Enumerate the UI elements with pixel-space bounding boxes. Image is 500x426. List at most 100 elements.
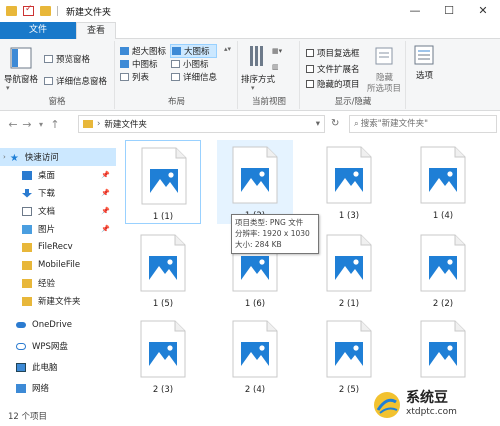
folder-icon xyxy=(22,278,32,288)
preview-pane-icon xyxy=(44,55,53,63)
image-file-icon xyxy=(141,147,187,205)
nav-pane-icon[interactable] xyxy=(10,47,32,72)
desktop-icon xyxy=(22,170,32,180)
pin-icon: 📌 xyxy=(101,207,110,215)
pin-icon: 📌 xyxy=(101,189,110,197)
file-item[interactable]: 2 (4) xyxy=(217,314,293,398)
nav-wps[interactable]: WPS网盘 xyxy=(0,337,116,355)
file-item[interactable]: 1 (3) xyxy=(311,140,387,224)
minimize-button[interactable]: — xyxy=(398,0,432,22)
list-icon xyxy=(120,73,129,81)
sort-icon[interactable] xyxy=(248,45,268,70)
refresh-icon[interactable]: ↻ xyxy=(331,118,339,129)
nav-item-jingyan[interactable]: 经验 xyxy=(0,274,116,292)
back-arrow-icon[interactable]: ← xyxy=(6,118,20,131)
medium-icons-icon xyxy=(120,60,129,68)
nav-item-mobilefile[interactable]: MobileFile xyxy=(0,256,116,274)
layout-scroll-icon[interactable]: ▴▾ xyxy=(224,45,231,53)
computer-icon xyxy=(16,362,26,372)
watermark: 系统豆 xtdptc.com xyxy=(372,383,500,426)
layout-list[interactable]: 列表 xyxy=(120,71,149,83)
breadcrumb-chevron-icon[interactable]: › xyxy=(97,119,100,129)
sort-button[interactable]: 排序方式 xyxy=(241,73,275,85)
properties-icon[interactable] xyxy=(23,4,34,16)
panes-group-label: 窗格 xyxy=(48,97,66,107)
tooltip-size: 大小: 284 KB xyxy=(235,240,282,249)
options-icon[interactable] xyxy=(414,45,434,68)
network-icon xyxy=(16,383,26,393)
hide-selected-icon[interactable] xyxy=(375,47,393,68)
layout-large[interactable]: 大图标 xyxy=(170,44,217,58)
nav-pane-dropdown-icon[interactable]: ▾ xyxy=(6,84,10,92)
new-folder-icon[interactable] xyxy=(40,6,51,16)
tab-view[interactable]: 查看 xyxy=(76,22,117,39)
watermark-url: xtdptc.com xyxy=(406,406,457,417)
nav-this-pc[interactable]: 此电脑 xyxy=(0,358,116,376)
address-bar[interactable]: › 新建文件夹 ▾ xyxy=(78,115,325,133)
watermark-title: 系统豆 xyxy=(406,389,448,406)
details-pane-button[interactable]: 详细信息窗格 xyxy=(44,75,107,87)
cloud-icon xyxy=(16,322,26,328)
image-file-icon xyxy=(420,234,466,292)
recent-dropdown-icon[interactable]: ▾ xyxy=(34,120,48,129)
file-item[interactable]: 2 (2) xyxy=(405,228,481,312)
group-by-icon[interactable]: ▦▾ xyxy=(272,47,282,55)
file-item[interactable]: 1 (5) xyxy=(125,228,201,312)
options-button[interactable]: 选项 xyxy=(416,69,433,81)
nav-item-downloads[interactable]: 下载 📌 xyxy=(0,184,116,202)
nav-network[interactable]: 网络 xyxy=(0,379,116,397)
file-item[interactable]: 2 (3) xyxy=(125,314,201,398)
image-file-icon xyxy=(326,146,372,204)
star-icon: ★ xyxy=(9,152,19,164)
hidden-items-checkbox[interactable] xyxy=(306,80,314,88)
file-name: 1 (4) xyxy=(432,211,454,221)
hidden-items-toggle[interactable]: 隐藏的项目 xyxy=(306,78,360,90)
preview-pane-button[interactable]: 预览窗格 xyxy=(44,53,90,65)
image-file-icon xyxy=(232,320,278,378)
small-icons-icon xyxy=(171,60,180,68)
file-tooltip: 项目类型: PNG 文件 分辨率: 1920 x 1030 大小: 284 KB xyxy=(231,214,319,254)
file-item[interactable]: 1 (4) xyxy=(405,140,481,224)
folder-icon xyxy=(22,296,32,306)
file-extensions-checkbox[interactable] xyxy=(306,65,314,73)
nav-quick-access[interactable]: › ★ 快速访问 xyxy=(0,148,116,166)
nav-item-desktop[interactable]: 桌面 📌 xyxy=(0,166,116,184)
nav-item-documents[interactable]: 文档 📌 xyxy=(0,202,116,220)
image-file-icon xyxy=(140,234,186,292)
layout-small[interactable]: 小图标 xyxy=(171,58,209,70)
file-extensions-toggle[interactable]: 文件扩展名 xyxy=(306,63,360,75)
nav-item-new-folder[interactable]: 新建文件夹 xyxy=(0,292,116,310)
close-button[interactable]: ✕ xyxy=(466,0,500,22)
file-item[interactable]: 2 (1) xyxy=(311,228,387,312)
file-item[interactable]: 1 (1) xyxy=(125,140,201,224)
layout-extra-large[interactable]: 超大图标 xyxy=(120,45,166,57)
up-arrow-icon[interactable]: ↑ xyxy=(48,118,62,131)
add-columns-icon[interactable]: ▥ xyxy=(272,63,279,71)
download-icon xyxy=(22,188,32,198)
layout-details[interactable]: 详细信息 xyxy=(171,71,217,83)
file-item[interactable]: 1 (2) xyxy=(217,140,293,224)
watermark-logo xyxy=(374,391,400,418)
maximize-button[interactable]: ☐ xyxy=(432,0,466,22)
expand-chevron-icon[interactable]: › xyxy=(3,153,6,161)
folder-icon xyxy=(22,242,32,252)
search-input[interactable]: ⌕ 搜索"新建文件夹" xyxy=(349,115,497,133)
tooltip-resolution: 分辨率: 1920 x 1030 xyxy=(235,229,310,238)
pin-icon: 📌 xyxy=(101,225,110,233)
wps-cloud-icon xyxy=(16,342,26,350)
item-checkboxes-toggle[interactable]: 项目复选框 xyxy=(306,47,360,59)
layout-group-label: 布局 xyxy=(167,97,185,107)
image-file-icon xyxy=(232,146,278,204)
address-dropdown-icon[interactable]: ▾ xyxy=(316,119,320,129)
forward-arrow-icon[interactable]: → xyxy=(20,118,34,131)
file-name: 2 (3) xyxy=(152,385,174,395)
breadcrumb-current[interactable]: 新建文件夹 xyxy=(104,118,147,130)
nav-item-pictures[interactable]: 图片 📌 xyxy=(0,220,116,238)
item-count: 12 个项目 xyxy=(8,412,48,422)
item-checkboxes-checkbox[interactable] xyxy=(306,49,314,57)
sort-dropdown-icon[interactable]: ▾ xyxy=(251,84,255,92)
ribbon: 导航窗格 ▾ 预览窗格 详细信息窗格 窗格 超大图标 大图标 中图标 小图标 列… xyxy=(0,39,500,111)
nav-onedrive[interactable]: OneDrive xyxy=(0,316,116,334)
layout-medium[interactable]: 中图标 xyxy=(120,58,158,70)
nav-item-filerecv[interactable]: FileRecv xyxy=(0,238,116,256)
